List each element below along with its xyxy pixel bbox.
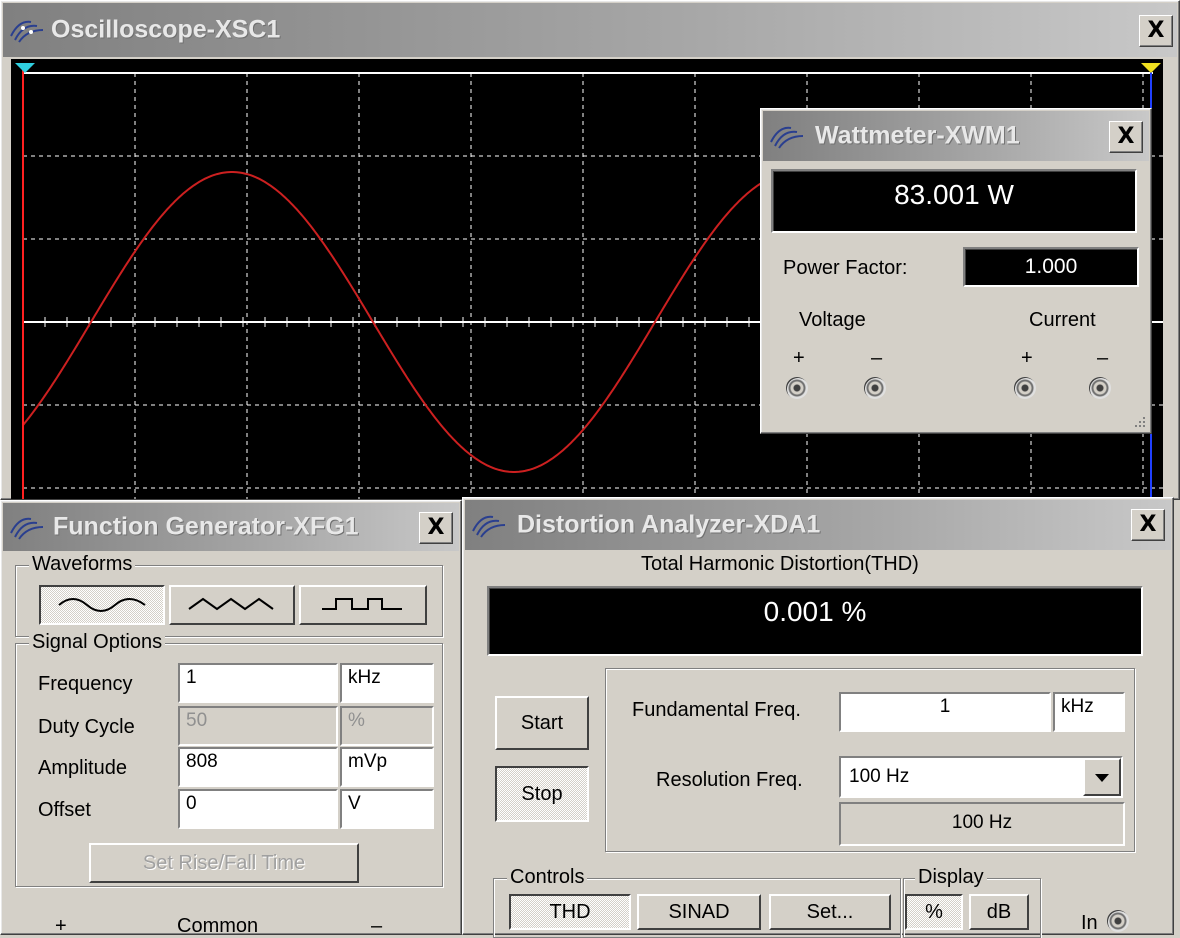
frequency-unit-field[interactable]: kHz (340, 663, 434, 703)
distortion-analyzer-title: Distortion Analyzer-XDA1 (517, 510, 821, 539)
power-reading-display: 83.001 W (771, 169, 1137, 233)
multisim-logo-icon (10, 517, 44, 540)
square-wave-button[interactable] (299, 585, 427, 625)
voltage-minus-label: – (871, 347, 883, 369)
thd-label: Total Harmonic Distortion(THD) (641, 553, 919, 575)
offset-label: Offset (38, 799, 91, 821)
sine-wave-button[interactable] (39, 585, 165, 625)
set-rise-fall-time-button[interactable]: Set Rise/Fall Time (89, 843, 359, 883)
multisim-logo-icon (472, 515, 506, 538)
resize-grip-icon[interactable] (1131, 413, 1147, 429)
power-reading-value: 83.001 W (894, 179, 1014, 210)
wattmeter-title: Wattmeter-XWM1 (815, 121, 1020, 150)
offset-unit-field[interactable]: V (340, 789, 434, 829)
voltage-plus-label: + (793, 347, 805, 369)
function-generator-close-button[interactable]: X (419, 512, 453, 544)
sine-wave-icon (58, 598, 146, 612)
duty-cycle-unit-field: % (340, 706, 434, 746)
voltage-label: Voltage (799, 309, 866, 331)
resolution-dropdown-button[interactable] (1083, 758, 1121, 796)
distortion-analyzer-titlebar[interactable]: Distortion Analyzer-XDA1 X (465, 500, 1171, 550)
oscilloscope-title: Oscilloscope-XSC1 (51, 15, 281, 44)
stop-button[interactable]: Stop (495, 766, 589, 822)
current-minus-label: – (1097, 347, 1109, 369)
function-generator-window: Function Generator-XFG1 X Waveforms Sign… (0, 500, 462, 937)
voltage-plus-terminal[interactable] (786, 377, 808, 399)
wattmeter-close-button[interactable]: X (1109, 121, 1143, 153)
resolution-freq-value: 100 Hz (849, 766, 910, 787)
chevron-down-icon (1095, 774, 1109, 782)
fundamental-freq-unit-field[interactable]: kHz (1053, 692, 1125, 732)
sinad-button[interactable]: SINAD (637, 894, 761, 930)
display-label: Display (915, 866, 987, 889)
fundamental-freq-input[interactable]: 1 (839, 692, 1051, 732)
frequency-input[interactable]: 1 (178, 663, 338, 703)
amplitude-input[interactable]: 808 (178, 747, 338, 787)
power-factor-display: 1.000 (963, 247, 1139, 287)
current-plus-label: + (1021, 347, 1033, 369)
duty-cycle-input: 50 (178, 706, 338, 746)
amplitude-label: Amplitude (38, 757, 127, 779)
resolution-freq-display: 100 Hz (839, 802, 1125, 846)
square-wave-icon (322, 598, 402, 610)
db-button[interactable]: dB (969, 894, 1029, 930)
start-button[interactable]: Start (495, 696, 589, 750)
current-plus-terminal[interactable] (1014, 377, 1036, 399)
multisim-logo-icon (10, 20, 44, 43)
controls-label: Controls (507, 866, 588, 889)
frequency-label: Frequency (38, 673, 133, 695)
resolution-freq-label: Resolution Freq. (656, 769, 803, 791)
function-generator-title: Function Generator-XFG1 (53, 512, 359, 541)
resolution-freq-select[interactable]: 100 Hz (839, 756, 1123, 798)
distortion-analyzer-close-button[interactable]: X (1131, 509, 1165, 541)
thd-reading-value: 0.001 % (763, 596, 867, 627)
triangle-wave-icon (188, 597, 274, 611)
triangle-wave-button[interactable] (169, 585, 295, 625)
voltage-minus-terminal[interactable] (864, 377, 886, 399)
oscilloscope-close-button[interactable]: X (1139, 15, 1173, 47)
signal-options-label: Signal Options (29, 631, 166, 654)
distortion-analyzer-window: Distortion Analyzer-XDA1 X Total Harmoni… (462, 497, 1174, 938)
waveforms-label: Waveforms (29, 553, 136, 576)
function-generator-titlebar[interactable]: Function Generator-XFG1 X (3, 503, 459, 551)
offset-input[interactable]: 0 (178, 789, 338, 829)
amplitude-unit-field[interactable]: mVp (340, 747, 434, 787)
wattmeter-window: Wattmeter-XWM1 X 83.001 W Power Factor: … (760, 108, 1152, 434)
duty-cycle-label: Duty Cycle (38, 716, 135, 738)
current-label: Current (1029, 309, 1096, 331)
power-factor-value: 1.000 (1024, 255, 1078, 278)
input-terminal[interactable] (1107, 910, 1129, 932)
multisim-logo-icon (770, 126, 804, 149)
input-label: In (1081, 912, 1098, 934)
percent-button[interactable]: % (905, 894, 963, 930)
wattmeter-titlebar[interactable]: Wattmeter-XWM1 X (763, 111, 1149, 161)
fundamental-freq-label: Fundamental Freq. (632, 699, 801, 721)
power-factor-label: Power Factor: (783, 257, 908, 279)
thd-button[interactable]: THD (509, 894, 631, 930)
thd-reading-display: 0.001 % (487, 586, 1143, 656)
current-minus-terminal[interactable] (1089, 377, 1111, 399)
oscilloscope-titlebar[interactable]: Oscilloscope-XSC1 X (3, 3, 1177, 57)
set-button[interactable]: Set... (769, 894, 891, 930)
